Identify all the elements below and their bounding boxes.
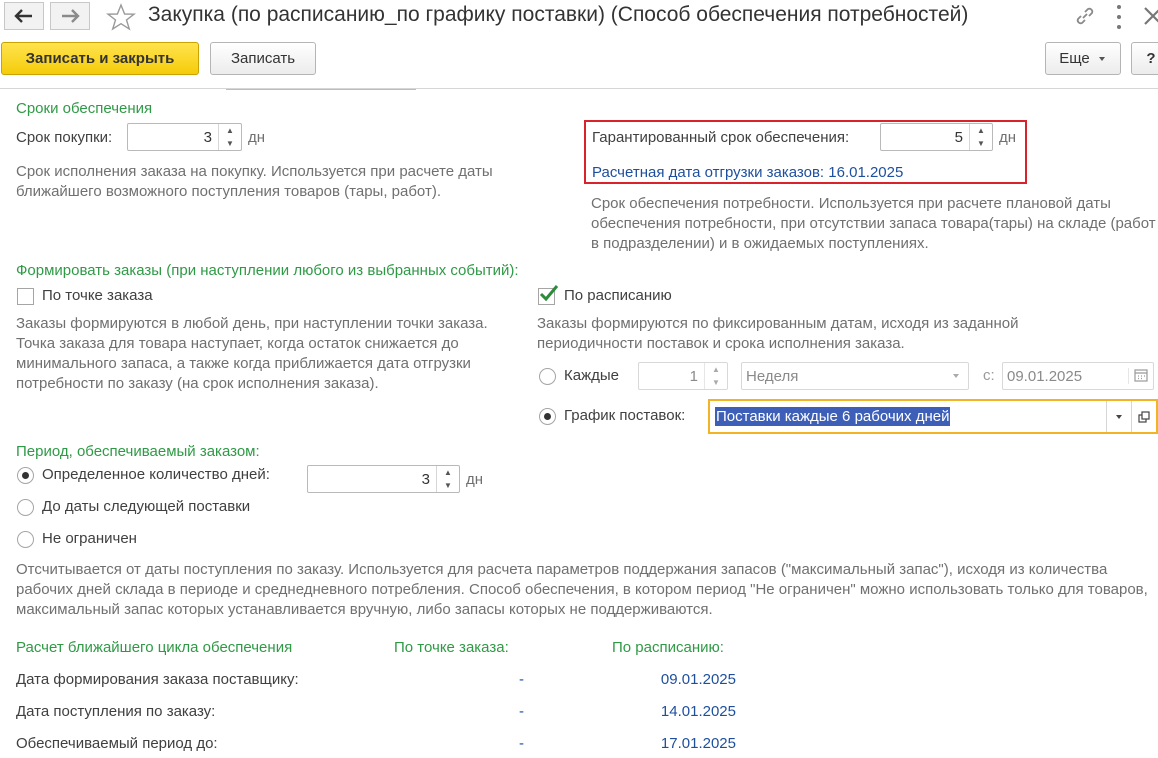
period-unlimited-radio[interactable] bbox=[17, 531, 34, 548]
period-days-radio[interactable] bbox=[17, 467, 34, 484]
arrow-right-icon bbox=[62, 9, 80, 23]
spin-down-icon[interactable]: ▼ bbox=[219, 137, 241, 150]
period-days-stepper[interactable]: ▲ ▼ bbox=[436, 466, 459, 492]
link-icon[interactable] bbox=[1074, 6, 1096, 26]
more-button[interactable]: Еще bbox=[1045, 42, 1121, 75]
cycle-row-schedule-value: 14.01.2025 bbox=[660, 703, 736, 720]
help-button[interactable]: ? bbox=[1131, 42, 1158, 75]
schedule-checkbox[interactable] bbox=[538, 285, 559, 305]
spin-down-icon[interactable]: ▼ bbox=[705, 376, 727, 389]
guaranteed-term-value: 5 bbox=[954, 128, 963, 146]
purchase-term-label: Срок покупки: bbox=[16, 129, 113, 146]
open-form-icon[interactable] bbox=[1131, 401, 1156, 432]
from-date-label: с: bbox=[983, 367, 995, 384]
every-period-select[interactable]: Неделя bbox=[741, 362, 969, 390]
every-count-value: 1 bbox=[689, 367, 698, 385]
calendar-icon[interactable] bbox=[1128, 368, 1153, 384]
purchase-term-hint: Срок исполнения заказа на покупку. Испол… bbox=[16, 163, 493, 200]
spin-up-icon[interactable]: ▲ bbox=[219, 124, 241, 137]
purchase-term-input[interactable]: 3 ▲ ▼ bbox=[127, 123, 242, 151]
delivery-schedule-label[interactable]: График поставок: bbox=[564, 407, 685, 424]
purchase-term-value: 3 bbox=[203, 128, 212, 146]
back-button[interactable] bbox=[4, 2, 44, 30]
cycle-row-label: Дата формирования заказа поставщику: bbox=[16, 671, 299, 688]
period-next-delivery-label[interactable]: До даты следующей поставки bbox=[42, 498, 250, 515]
guaranteed-term-label: Гарантированный срок обеспечения: bbox=[592, 129, 850, 146]
period-unlimited-label[interactable]: Не ограничен bbox=[42, 530, 137, 547]
from-date-input[interactable]: 09.01.2025 bbox=[1002, 362, 1154, 390]
delivery-schedule-radio[interactable] bbox=[539, 408, 556, 425]
schedule-hint: Заказы формируются по фиксированным дата… bbox=[537, 315, 1019, 352]
checkmark-icon bbox=[539, 285, 559, 302]
spin-down-icon[interactable]: ▼ bbox=[970, 137, 992, 150]
cycle-col-point: По точке заказа: bbox=[394, 639, 509, 656]
cycle-row-schedule-value: 17.01.2025 bbox=[660, 735, 736, 752]
calc-shipment-date-link[interactable]: Расчетная дата отгрузки заказов: 16.01.2… bbox=[592, 164, 903, 181]
chevron-down-icon bbox=[953, 374, 959, 378]
toolbar-divider bbox=[0, 88, 1158, 89]
period-days-label[interactable]: Определенное количество дней: bbox=[42, 466, 270, 483]
every-radio[interactable] bbox=[539, 368, 556, 385]
cycle-row-label: Дата поступления по заказу: bbox=[16, 703, 216, 720]
every-label[interactable]: Каждые bbox=[564, 367, 619, 384]
tab-indicator bbox=[226, 89, 416, 90]
from-date-value: 09.01.2025 bbox=[1007, 367, 1083, 385]
delivery-schedule-value: Поставки каждые 6 рабочих дней bbox=[715, 407, 951, 426]
purchase-term-unit: дн bbox=[248, 129, 266, 146]
period-heading: Период, обеспечиваемый заказом: bbox=[16, 443, 260, 460]
order-point-checkbox[interactable] bbox=[17, 288, 34, 305]
terms-heading: Сроки обеспечения bbox=[16, 100, 153, 117]
cycle-heading: Расчет ближайшего цикла обеспечения bbox=[16, 639, 293, 656]
delivery-schedule-select[interactable]: Поставки каждые 6 рабочих дней bbox=[708, 399, 1158, 434]
orders-heading: Формировать заказы (при наступлении любо… bbox=[16, 262, 519, 279]
more-menu-icon[interactable] bbox=[1114, 5, 1124, 29]
save-button[interactable]: Записать bbox=[210, 42, 316, 75]
period-days-input[interactable]: 3 ▲ ▼ bbox=[307, 465, 460, 493]
window-title: Закупка (по расписанию_по графику постав… bbox=[148, 3, 969, 26]
every-period-value: Неделя bbox=[746, 367, 799, 385]
guaranteed-term-stepper[interactable]: ▲ ▼ bbox=[969, 124, 992, 150]
forward-button[interactable] bbox=[50, 2, 90, 30]
every-count-stepper[interactable]: ▲ ▼ bbox=[704, 363, 727, 389]
period-next-delivery-radio[interactable] bbox=[17, 499, 34, 516]
cycle-row-label: Обеспечиваемый период до: bbox=[16, 735, 218, 752]
spin-down-icon[interactable]: ▼ bbox=[437, 479, 459, 492]
favorite-star-icon[interactable] bbox=[106, 3, 136, 31]
period-hint: Отсчитывается от даты поступления по зак… bbox=[16, 561, 1148, 618]
period-days-unit: дн bbox=[466, 471, 484, 488]
guaranteed-term-unit: дн bbox=[999, 129, 1017, 146]
save-and-close-button[interactable]: Записать и закрыть bbox=[1, 42, 199, 75]
guaranteed-term-input[interactable]: 5 ▲ ▼ bbox=[880, 123, 993, 151]
more-button-label: Еще bbox=[1059, 50, 1090, 67]
chevron-down-icon[interactable] bbox=[1106, 401, 1131, 432]
cycle-row-point-value: - bbox=[519, 671, 524, 688]
order-point-hint: Заказы формируются в любой день, при нас… bbox=[16, 315, 488, 392]
chevron-down-icon bbox=[1098, 56, 1105, 61]
close-icon[interactable] bbox=[1140, 0, 1158, 32]
arrow-left-icon bbox=[14, 9, 32, 23]
purchase-term-stepper[interactable]: ▲ ▼ bbox=[218, 124, 241, 150]
order-point-label[interactable]: По точке заказа bbox=[42, 287, 153, 304]
schedule-label[interactable]: По расписанию bbox=[564, 287, 672, 304]
spin-up-icon[interactable]: ▲ bbox=[970, 124, 992, 137]
cycle-row-point-value: - bbox=[519, 703, 524, 720]
period-days-value: 3 bbox=[421, 470, 430, 488]
cycle-row-schedule-value: 09.01.2025 bbox=[660, 671, 736, 688]
cycle-row-point-value: - bbox=[519, 735, 524, 752]
cycle-col-schedule: По расписанию: bbox=[612, 639, 724, 656]
guaranteed-term-hint: Срок обеспечения потребности. Использует… bbox=[591, 195, 1156, 252]
every-count-input[interactable]: 1 ▲ ▼ bbox=[638, 362, 728, 390]
spin-up-icon[interactable]: ▲ bbox=[437, 466, 459, 479]
spin-up-icon[interactable]: ▲ bbox=[705, 363, 727, 376]
